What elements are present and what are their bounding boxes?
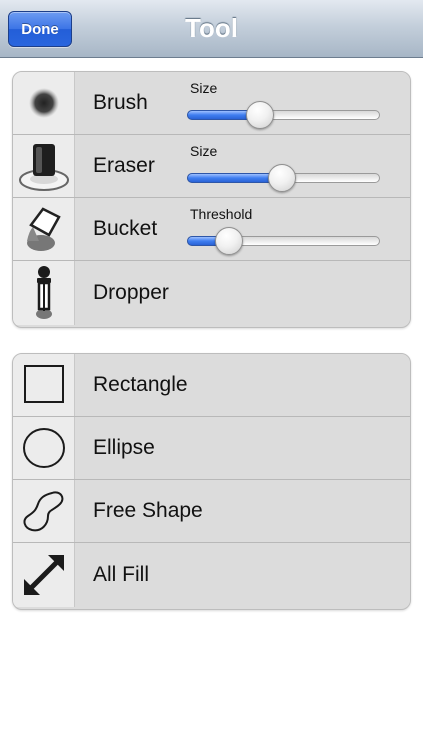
shape-row-content: Ellipse bbox=[75, 417, 410, 479]
tool-row-content: Brush Size bbox=[75, 72, 410, 134]
tool-label: Dropper bbox=[93, 281, 169, 304]
bucket-icon bbox=[26, 207, 61, 251]
ellipse-icon-cell bbox=[13, 417, 75, 479]
tool-label: Bucket bbox=[93, 217, 158, 240]
eraser-icon bbox=[18, 144, 69, 191]
tool-row-dropper[interactable]: Dropper bbox=[13, 261, 410, 325]
slider-knob[interactable] bbox=[246, 101, 274, 129]
rectangle-icon-cell bbox=[13, 354, 75, 416]
dropper-icon-cell bbox=[13, 261, 75, 325]
threshold-slider-label: Threshold bbox=[190, 206, 253, 222]
tool-row-brush[interactable]: Brush Size bbox=[13, 72, 410, 135]
eraser-icon-cell bbox=[13, 135, 75, 197]
shape-label: Ellipse bbox=[93, 436, 155, 459]
tool-row-bucket[interactable]: Bucket Threshold bbox=[13, 198, 410, 261]
free-shape-icon bbox=[23, 491, 63, 532]
brush-icon-cell bbox=[13, 72, 75, 134]
shape-row-content: Free Shape bbox=[75, 480, 410, 542]
shape-row-ellipse[interactable]: Ellipse bbox=[13, 417, 410, 480]
slider-knob[interactable] bbox=[268, 164, 296, 192]
shapes-group: Rectangle Ellipse Free Shape All Fill bbox=[12, 353, 411, 610]
navigation-bar: Done Tool bbox=[0, 0, 423, 58]
all-fill-icon-cell bbox=[13, 543, 75, 607]
tool-label: Brush bbox=[93, 91, 148, 114]
free-shape-icon-cell bbox=[13, 480, 75, 542]
shape-row-content: All Fill bbox=[75, 543, 410, 607]
slider-knob[interactable] bbox=[215, 227, 243, 255]
tools-group: Brush Size Eraser Size Bucket Threshold … bbox=[12, 71, 411, 328]
shape-row-content: Rectangle bbox=[75, 354, 410, 416]
tool-row-eraser[interactable]: Eraser Size bbox=[13, 135, 410, 198]
dropper-icon bbox=[35, 266, 52, 319]
size-slider-label: Size bbox=[190, 143, 218, 159]
all-fill-icon bbox=[23, 555, 64, 595]
shape-label: Free Shape bbox=[93, 499, 203, 522]
bucket-threshold-slider[interactable] bbox=[187, 227, 380, 255]
size-slider-label: Size bbox=[190, 80, 218, 96]
tool-row-content: Dropper bbox=[75, 261, 410, 325]
shape-label: All Fill bbox=[93, 563, 149, 586]
page-title: Tool bbox=[185, 13, 238, 43]
tool-label: Eraser bbox=[93, 154, 155, 177]
tool-row-content: Bucket Threshold bbox=[75, 198, 410, 260]
tool-row-content: Eraser Size bbox=[75, 135, 410, 197]
eraser-size-slider[interactable] bbox=[187, 164, 380, 192]
brush-icon bbox=[28, 88, 59, 118]
shape-row-free-shape[interactable]: Free Shape bbox=[13, 480, 410, 543]
brush-size-slider[interactable] bbox=[187, 101, 380, 129]
ellipse-icon bbox=[22, 428, 65, 468]
rectangle-icon bbox=[23, 365, 64, 403]
bucket-icon-cell bbox=[13, 198, 75, 260]
shape-label: Rectangle bbox=[93, 373, 188, 396]
shape-row-all-fill[interactable]: All Fill bbox=[13, 543, 410, 607]
shape-row-rectangle[interactable]: Rectangle bbox=[13, 354, 410, 417]
